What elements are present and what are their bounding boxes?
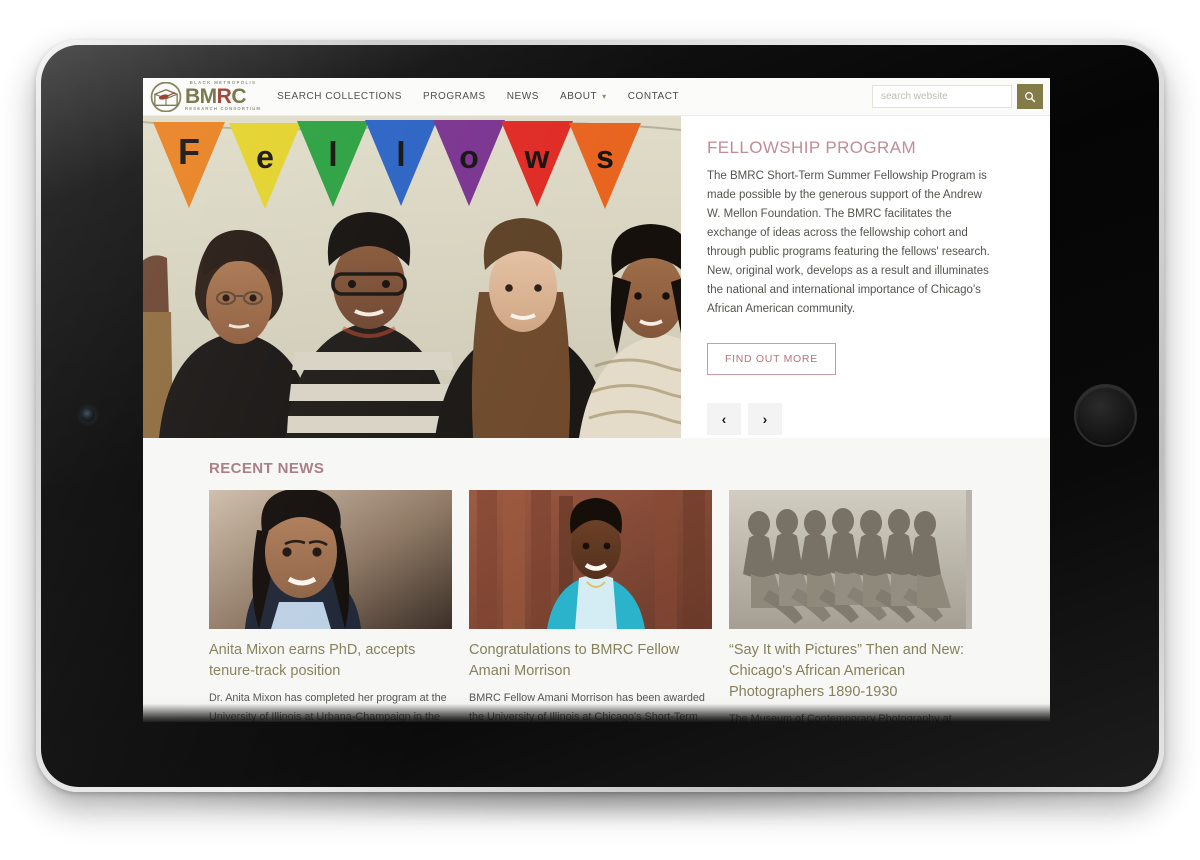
- chevron-down-icon: ▾: [602, 92, 607, 101]
- nav-label: PROGRAMS: [423, 91, 486, 102]
- fellows-photo: F e l l o w s: [143, 116, 681, 438]
- nav-label: NEWS: [506, 91, 539, 102]
- find-out-more-button[interactable]: FIND OUT MORE: [707, 343, 836, 375]
- news-title-link[interactable]: “Say It with Pictures” Then and New: Chi…: [729, 640, 972, 703]
- svg-text:o: o: [459, 139, 479, 175]
- svg-text:w: w: [524, 139, 550, 175]
- news-title-link[interactable]: Congratulations to BMRC Fellow Amani Mor…: [469, 640, 712, 682]
- svg-text:s: s: [596, 139, 614, 175]
- section-heading: RECENT NEWS: [209, 460, 325, 477]
- nav-label: CONTACT: [627, 91, 680, 102]
- svg-text:l: l: [396, 136, 405, 174]
- site-logo[interactable]: BLACK METROPOLIS BMRC RESEARCH CONSORTIU…: [149, 81, 262, 112]
- nav-item-search-collections[interactable]: SEARCH COLLECTIONS: [277, 91, 402, 102]
- svg-text:l: l: [328, 136, 337, 174]
- news-thumbnail[interactable]: [209, 490, 452, 629]
- carousel-next-button[interactable]: ›: [748, 403, 782, 435]
- carousel-nav: ‹ ›: [707, 403, 1050, 435]
- news-thumb-2-image: [469, 490, 712, 629]
- news-excerpt: Dr. Anita Mixon has completed her progra…: [209, 692, 447, 722]
- logo-main-text: BMRC: [185, 84, 247, 108]
- search-area: [872, 84, 1043, 109]
- news-excerpt: BMRC Fellow Amani Morrison has been awar…: [469, 692, 705, 722]
- svg-text:e: e: [256, 139, 274, 175]
- home-button[interactable]: [1074, 384, 1137, 447]
- news-thumbnail[interactable]: [729, 490, 972, 629]
- page-title: FELLOWSHIP PROGRAM: [707, 138, 917, 157]
- search-button[interactable]: [1017, 84, 1043, 109]
- nav-label: ABOUT: [559, 91, 598, 102]
- front-camera-icon: [81, 408, 95, 422]
- nav-item-contact[interactable]: CONTACT: [628, 91, 679, 102]
- nav-label: SEARCH COLLECTIONS: [277, 91, 403, 102]
- news-thumbnail[interactable]: [469, 490, 712, 629]
- logo-bottom-text: RESEARCH CONSORTIUM: [185, 106, 262, 112]
- archive-box-icon: [150, 81, 182, 112]
- hero-carousel: F e l l o w s FELLOWSHIP PROGRAM The BMR…: [143, 116, 1050, 438]
- hero-image: F e l l o w s: [143, 116, 681, 438]
- carousel-prev-button[interactable]: ‹: [707, 403, 741, 435]
- nav-item-programs[interactable]: PROGRAMS: [423, 91, 486, 102]
- news-thumb-1-image: [209, 490, 452, 629]
- news-thumb-3-image: [729, 490, 966, 629]
- hero-text-panel: FELLOWSHIP PROGRAM The BMRC Short-Term S…: [681, 116, 1050, 438]
- search-input[interactable]: [872, 85, 1012, 108]
- site-header: BLACK METROPOLIS BMRC RESEARCH CONSORTIU…: [143, 78, 1050, 116]
- nav-item-news[interactable]: NEWS: [507, 91, 539, 102]
- nav-item-about[interactable]: ABOUT ▾: [560, 91, 607, 102]
- device-stage: BLACK METROPOLIS BMRC RESEARCH CONSORTIU…: [0, 0, 1200, 860]
- logo-wordmark: BLACK METROPOLIS BMRC RESEARCH CONSORTIU…: [185, 81, 262, 112]
- news-excerpt: The Museum of Contemporary Photography a…: [729, 713, 952, 722]
- hero-description: The BMRC Short-Term Summer Fellowship Pr…: [707, 170, 990, 315]
- news-title-link[interactable]: Anita Mixon earns PhD, accepts tenure-tr…: [209, 640, 452, 682]
- svg-text:F: F: [178, 131, 200, 172]
- main-navigation: SEARCH COLLECTIONS PROGRAMS NEWS ABOUT ▾…: [277, 91, 679, 102]
- news-card: Congratulations to BMRC Fellow Amani Mor…: [469, 490, 712, 722]
- tablet-screen: BLACK METROPOLIS BMRC RESEARCH CONSORTIU…: [143, 78, 1050, 722]
- search-icon: [1025, 91, 1036, 102]
- recent-news-section: RECENT NEWS Anita Mixon earns PhD, accep…: [143, 438, 1050, 722]
- news-card: Anita Mixon earns PhD, accepts tenure-tr…: [209, 490, 452, 722]
- news-grid: Anita Mixon earns PhD, accepts tenure-tr…: [209, 490, 1050, 722]
- news-card: “Say It with Pictures” Then and New: Chi…: [729, 490, 972, 722]
